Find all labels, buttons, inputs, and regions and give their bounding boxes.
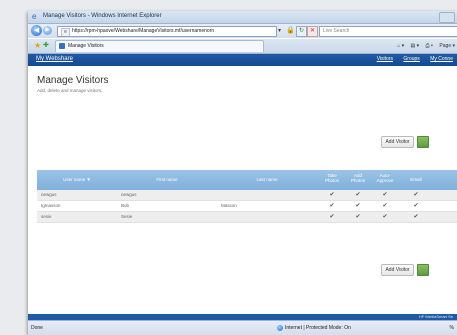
- check-auto-approve: ✔: [382, 214, 388, 220]
- header-username[interactable]: User name ▼: [37, 170, 117, 190]
- favorites-star-icon[interactable]: ★: [34, 41, 41, 50]
- back-button[interactable]: ◀: [31, 25, 42, 36]
- nav-groups[interactable]: Groups: [403, 56, 419, 62]
- cell-firstname: Bob: [121, 203, 130, 208]
- page-title: Manage Visitors: [37, 75, 109, 86]
- check-email: ✔: [413, 214, 419, 220]
- tab-label: Manage Visitors: [68, 43, 104, 49]
- check-email: ✔: [413, 192, 419, 198]
- security-zone[interactable]: Internet | Protected Mode: On: [285, 325, 351, 331]
- add-visitor-button-top[interactable]: Add Visitor: [381, 136, 414, 148]
- tab-page-icon: [59, 43, 65, 49]
- cell-firstname: Sesie: [121, 214, 133, 219]
- header-email[interactable]: Email: [401, 170, 431, 190]
- nav-my-connection[interactable]: My Conne: [430, 56, 453, 62]
- stop-icon[interactable]: ✕: [307, 26, 318, 37]
- command-bar: ⌂ ▾ ▤ ▾ ⎙ ▾ Page ▾: [392, 41, 455, 51]
- tab-row: ★ ✚ Manage Visitors ⌂ ▾ ▤ ▾ ⎙ ▾ Page ▾: [28, 39, 457, 54]
- check-add-photos: ✔: [355, 214, 361, 220]
- feeds-icon[interactable]: ▤ ▾: [411, 43, 420, 49]
- check-take-photos: ✔: [329, 192, 335, 198]
- search-placeholder: Live Search: [323, 28, 350, 34]
- site-nav: Visitors Groups My Conne: [368, 56, 453, 62]
- header-firstname[interactable]: First name: [117, 170, 217, 190]
- header-lastname[interactable]: Last name: [217, 170, 317, 190]
- window-title: Manage Visitors - Windows Internet Explo…: [43, 13, 162, 19]
- header-add-photos[interactable]: Add Photos: [345, 170, 371, 190]
- tab-manage-visitors[interactable]: Manage Visitors: [55, 40, 264, 52]
- check-auto-approve: ✔: [382, 203, 388, 209]
- refresh-icon[interactable]: ↻: [296, 26, 307, 37]
- nav-visitors[interactable]: Visitors: [377, 56, 393, 62]
- site-header: My Webshare Visitors Groups My Conne: [28, 54, 457, 66]
- internet-zone-icon: [277, 325, 283, 331]
- status-text: Done: [31, 325, 43, 331]
- page-menu[interactable]: Page ▾: [439, 43, 455, 49]
- ie-logo-icon: e: [32, 12, 37, 21]
- browser-window: e Manage Visitors - Windows Internet Exp…: [28, 11, 457, 335]
- cell-username: newgus: [41, 192, 57, 197]
- check-auto-approve: ✔: [382, 192, 388, 198]
- address-url: https://rpm-hpaove/Webshare/ManageVisito…: [72, 28, 215, 34]
- brand-link[interactable]: My Webshare: [36, 56, 73, 62]
- address-row: ◀ ▶ e https://rpm-hpaove/Webshare/Manage…: [28, 24, 457, 38]
- visitors-table: User name ▼ First name Last name Take Ph…: [37, 170, 457, 223]
- status-bar: Done Internet | Protected Mode: On %: [28, 320, 457, 335]
- page-icon: e: [61, 28, 70, 36]
- check-add-photos: ✔: [355, 192, 361, 198]
- add-favorites-icon[interactable]: ✚: [43, 41, 49, 50]
- address-dropdown-icon[interactable]: ▾: [278, 27, 281, 34]
- cell-firstname: newgus: [121, 192, 137, 197]
- address-bar[interactable]: e https://rpm-hpaove/Webshare/ManageVisi…: [57, 26, 277, 37]
- check-take-photos: ✔: [329, 203, 335, 209]
- cell-username: sesie: [41, 214, 52, 219]
- add-visitor-go-icon-bottom[interactable]: [417, 264, 429, 276]
- zoom-level[interactable]: %: [450, 325, 454, 331]
- forward-button[interactable]: ▶: [43, 26, 52, 35]
- table-row[interactable]: newgus newgus ✔ ✔ ✔ ✔: [37, 190, 457, 201]
- check-take-photos: ✔: [329, 214, 335, 220]
- home-icon[interactable]: ⌂ ▾: [397, 43, 404, 49]
- add-visitor-go-icon-top[interactable]: [417, 136, 429, 148]
- table-header: User name ▼ First name Last name Take Ph…: [37, 170, 457, 190]
- window-close-button[interactable]: [439, 12, 455, 23]
- print-icon[interactable]: ⎙ ▾: [426, 43, 434, 49]
- page-subtitle: Add, delete and manage visitors.: [37, 88, 103, 93]
- table-row[interactable]: tgmasson Bob Masson ✔ ✔ ✔ ✔: [37, 201, 457, 212]
- cell-username: tgmasson: [41, 203, 61, 208]
- check-email: ✔: [413, 203, 419, 209]
- add-visitor-button-bottom[interactable]: Add Visitor: [381, 264, 414, 276]
- check-add-photos: ✔: [355, 203, 361, 209]
- header-take-photos[interactable]: Take Photos: [319, 170, 345, 190]
- lock-icon[interactable]: 🔒: [286, 26, 295, 35]
- table-row[interactable]: sesie Sesie ✔ ✔ ✔ ✔: [37, 212, 457, 223]
- search-input[interactable]: Live Search: [319, 26, 457, 37]
- header-auto-approve[interactable]: Auto- Approve: [371, 170, 399, 190]
- title-bar: e Manage Visitors - Windows Internet Exp…: [28, 11, 457, 24]
- cell-lastname: Masson: [221, 203, 237, 208]
- web-page: My Webshare Visitors Groups My Conne Man…: [28, 54, 457, 320]
